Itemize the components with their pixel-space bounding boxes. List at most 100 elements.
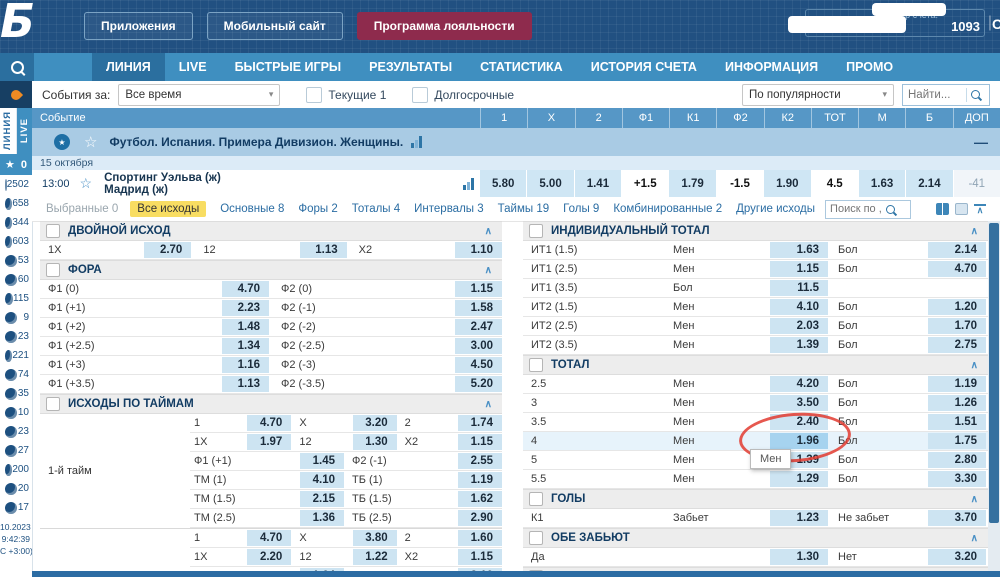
sidebar-sport-item[interactable]: 35 — [0, 384, 32, 403]
collapse-all-icon[interactable]: ∧ — [974, 204, 986, 214]
odds-value[interactable]: 2.23 — [222, 300, 269, 316]
odds-value[interactable]: 1.51 — [928, 414, 986, 430]
market-tab-7[interactable]: Таймы 19 — [498, 203, 550, 215]
market-tab-3[interactable]: Основные 8 — [220, 203, 284, 215]
odds-value[interactable]: 1.36 — [300, 510, 344, 526]
match-odds-cell[interactable]: 1.90 — [764, 170, 810, 197]
sidebar-sport-item[interactable]: 27 — [0, 441, 32, 460]
match-odds-cell[interactable]: 5.00 — [527, 170, 573, 197]
sidebar-sport-item[interactable]: 20 — [0, 479, 32, 498]
scrollbar-thumb[interactable] — [989, 223, 999, 523]
checkbox-icon[interactable] — [306, 87, 322, 103]
odds-value[interactable]: 1.30 — [353, 434, 397, 450]
odds-value[interactable]: 4.50 — [455, 357, 502, 373]
favorite-star-icon[interactable]: ☆ — [84, 133, 97, 151]
odds-value[interactable]: 1.39 — [770, 337, 828, 353]
sidebar-sport-item[interactable]: 17 — [0, 498, 32, 517]
market-tab-1[interactable]: Выбранные 0 — [46, 203, 118, 215]
odds-value[interactable]: 1.29 — [770, 471, 828, 487]
market-tab-9[interactable]: Комбинированные 2 — [613, 203, 722, 215]
sidebar-sport-item[interactable]: 200 — [0, 460, 32, 479]
search-icon[interactable] — [886, 205, 895, 214]
nav-item-2[interactable]: LIVE — [165, 53, 221, 81]
sidebar-sport-item[interactable]: 344 — [0, 213, 32, 232]
odds-value[interactable]: 1.23 — [770, 510, 828, 526]
odds-value[interactable]: 1.62 — [458, 491, 502, 507]
market-tab-6[interactable]: Интервалы 3 — [414, 203, 484, 215]
odds-value[interactable]: 1.16 — [222, 357, 269, 373]
odds-value[interactable]: 1.10 — [455, 242, 502, 258]
odds-value[interactable]: 3.00 — [455, 338, 502, 354]
collapse-chevron-icon[interactable]: ∧ — [485, 226, 492, 237]
find-search-box[interactable] — [902, 84, 990, 106]
odds-value[interactable]: 1.15 — [458, 434, 502, 450]
search-icon[interactable] — [971, 90, 980, 99]
odds-value[interactable]: 1.58 — [455, 300, 502, 316]
period-select[interactable]: Все время ▾ — [118, 84, 280, 106]
sidebar-sport-item[interactable]: 53 — [0, 251, 32, 270]
match-odds-cell[interactable]: 1.79 — [669, 170, 715, 197]
odds-value[interactable]: 2.90 — [458, 510, 502, 526]
odds-value[interactable]: 4.70 — [222, 281, 269, 297]
collapse-chevron-icon[interactable]: ∧ — [485, 265, 492, 276]
odds-value[interactable]: 5.20 — [455, 376, 502, 392]
odds-value[interactable]: 4.20 — [770, 376, 828, 392]
stats-bars-icon[interactable] — [463, 178, 474, 190]
checkbox-icon[interactable] — [412, 87, 428, 103]
odds-value[interactable]: 4.70 — [928, 261, 986, 277]
two-column-view-icon[interactable] — [936, 203, 949, 215]
collapse-chevron-icon[interactable]: ∧ — [971, 360, 978, 371]
header-button-1[interactable]: Приложения — [84, 12, 193, 40]
odds-value[interactable]: 1.34 — [222, 338, 269, 354]
market-search-box[interactable] — [825, 200, 911, 219]
odds-value[interactable]: 3.80 — [353, 530, 397, 546]
odds-value[interactable]: 4.10 — [770, 299, 828, 315]
odds-value[interactable]: 1.75 — [928, 433, 986, 449]
odds-value[interactable]: 1.22 — [353, 549, 397, 565]
league-header[interactable]: ★ ☆ Футбол. Испания. Примера Дивизион. Ж… — [32, 128, 1000, 156]
market-tab-4[interactable]: Форы 2 — [298, 203, 337, 215]
tab-line-vertical[interactable]: ЛИНИЯ — [0, 108, 17, 154]
odds-value[interactable]: 2.20 — [247, 549, 291, 565]
sidebar-sport-item[interactable]: 2502 — [0, 175, 32, 194]
tab-live-vertical[interactable]: LIVE — [17, 108, 33, 154]
match-odds-cell[interactable]: 1.41 — [575, 170, 621, 197]
market-tab-5[interactable]: Тоталы 4 — [352, 203, 400, 215]
odds-value[interactable]: 2.75 — [928, 337, 986, 353]
section-checkbox[interactable] — [529, 224, 543, 238]
odds-value[interactable]: 2.47 — [455, 319, 502, 335]
odds-value[interactable]: 1.70 — [928, 318, 986, 334]
collapse-league-button[interactable]: — — [974, 134, 988, 150]
nav-item-4[interactable]: РЕЗУЛЬТАТЫ — [355, 53, 466, 81]
odds-value[interactable]: 1.26 — [928, 395, 986, 411]
section-checkbox[interactable] — [529, 358, 543, 372]
favorites-row[interactable]: ★ 0 — [0, 154, 32, 175]
section-checkbox[interactable] — [46, 263, 60, 277]
odds-value[interactable]: 2.14 — [928, 242, 986, 258]
odds-value[interactable]: 2.03 — [770, 318, 828, 334]
site-logo[interactable]: Б — [0, 0, 35, 48]
favorite-star-icon[interactable]: ☆ — [80, 175, 93, 192]
odds-value[interactable]: 3.50 — [770, 395, 828, 411]
odds-value[interactable]: 1.13 — [222, 376, 269, 392]
odds-value[interactable]: 1.74 — [458, 415, 502, 431]
market-tab-2[interactable]: Все исходы — [130, 201, 206, 217]
match-odds-cell[interactable]: 1.63 — [859, 170, 905, 197]
match-teams[interactable]: Спортинг Уэльва (ж) Мадрид (ж) — [104, 172, 221, 196]
sidebar-sport-item[interactable]: 221 — [0, 346, 32, 365]
sidebar-sport-item[interactable]: 658 — [0, 194, 32, 213]
collapse-chevron-icon[interactable]: ∧ — [485, 399, 492, 410]
odds-value[interactable]: 1.63 — [770, 242, 828, 258]
odds-value[interactable]: 1.20 — [928, 299, 986, 315]
odds-value[interactable]: 1.15 — [455, 281, 502, 297]
section-checkbox[interactable] — [529, 531, 543, 545]
collapse-chevron-icon[interactable]: ∧ — [971, 533, 978, 544]
sort-select[interactable]: По популярности ▾ — [742, 84, 894, 106]
odds-value[interactable]: 4.10 — [300, 472, 344, 488]
hot-events-button[interactable] — [0, 81, 32, 108]
odds-value[interactable]: 2.40 — [770, 414, 828, 430]
odds-value[interactable]: 2.15 — [300, 491, 344, 507]
match-odds-cell[interactable]: -41 — [954, 170, 1000, 197]
collapse-chevron-icon[interactable]: ∧ — [971, 494, 978, 505]
sidebar-sport-item[interactable]: 10 — [0, 403, 32, 422]
